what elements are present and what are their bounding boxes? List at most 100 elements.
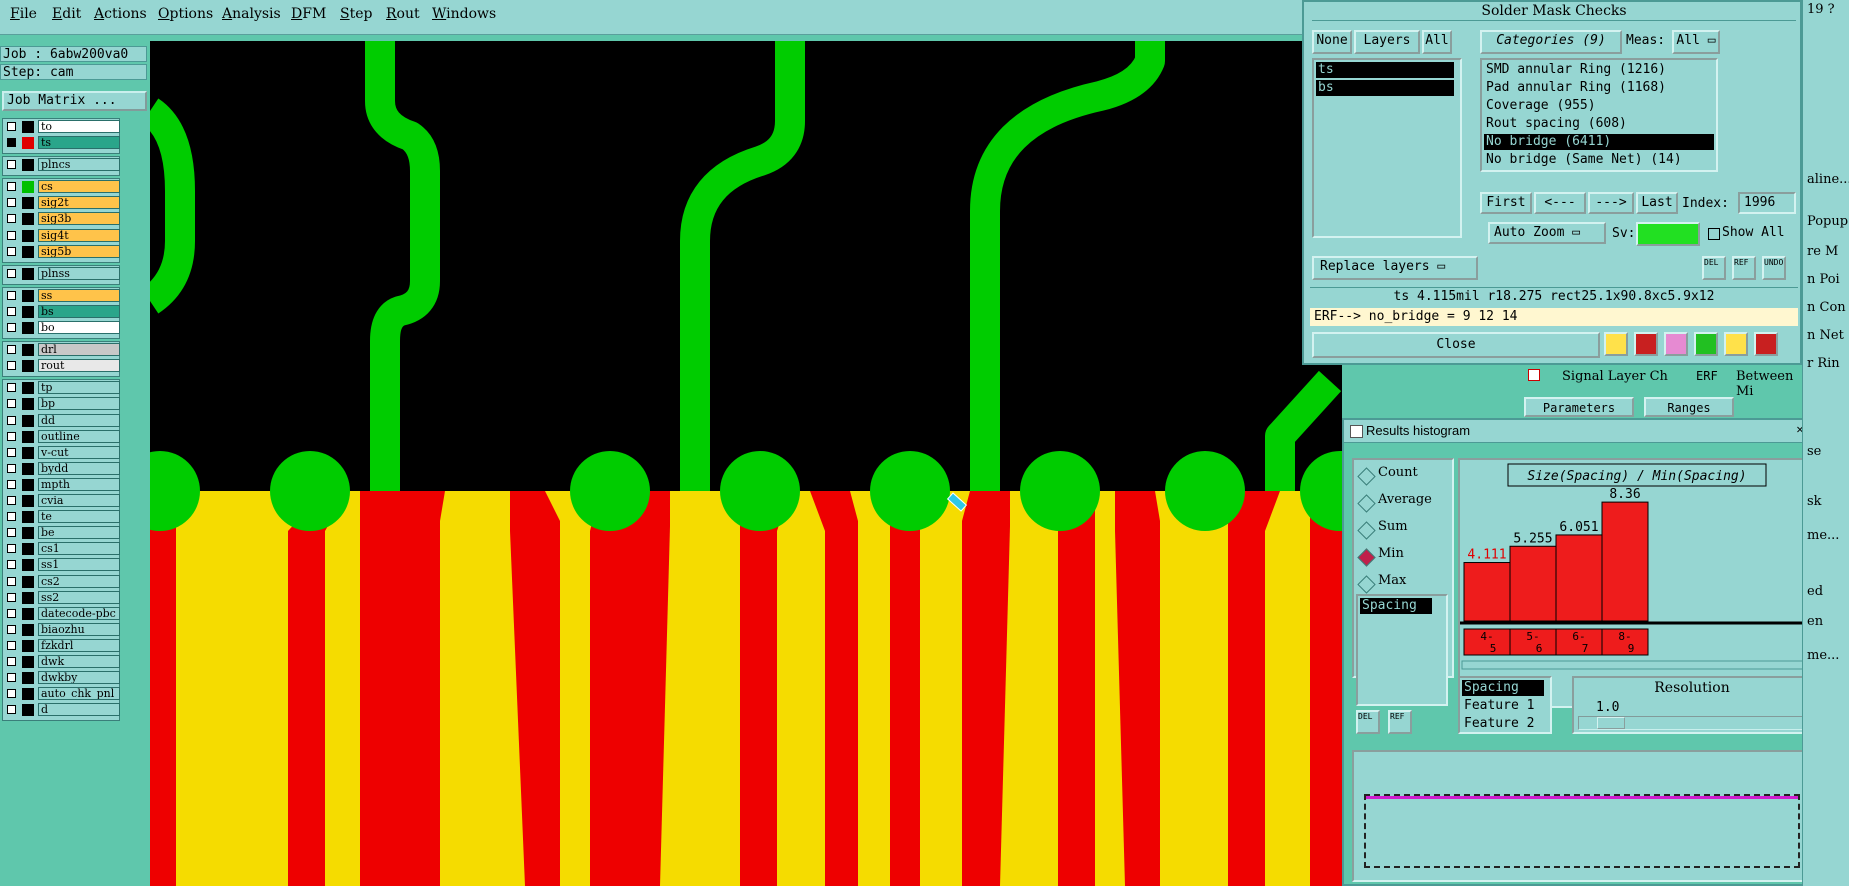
layer-checkbox[interactable]: [7, 447, 16, 457]
prev-button[interactable]: <---: [1534, 192, 1586, 214]
menu-windows[interactable]: Windows: [432, 6, 496, 22]
layer-row-bydd[interactable]: bydd: [3, 461, 120, 476]
menu-edit[interactable]: Edit: [52, 6, 81, 22]
layer-name[interactable]: cs1: [38, 542, 120, 556]
layer-color-swatch[interactable]: [22, 639, 34, 652]
layer-row-ss1[interactable]: ss1: [3, 558, 120, 572]
layer-name[interactable]: dwkby: [38, 671, 120, 685]
layer-name[interactable]: outline: [38, 429, 120, 443]
layer-row-auto_chk_pnl[interactable]: auto_chk_pnl: [3, 687, 120, 701]
layer-checkbox[interactable]: [7, 544, 16, 554]
layer-row-d[interactable]: d: [3, 703, 120, 717]
layer-color-swatch[interactable]: [22, 704, 34, 717]
category-item[interactable]: Pad annular Ring (1168): [1484, 80, 1714, 96]
layer-name[interactable]: cvia: [38, 494, 120, 508]
layer-color-swatch[interactable]: [22, 591, 34, 604]
layer-name[interactable]: te: [38, 510, 120, 524]
layer-checkbox[interactable]: [7, 230, 16, 240]
layer-color-swatch[interactable]: [22, 159, 34, 172]
layer-color-swatch[interactable]: [22, 414, 34, 427]
layer-checkbox[interactable]: [7, 290, 16, 300]
category-item[interactable]: No bridge (6411): [1484, 134, 1714, 150]
layer-name[interactable]: plnss: [38, 266, 120, 280]
layer-checkbox[interactable]: [7, 657, 16, 667]
layer-row-biaozhu[interactable]: biaozhu: [3, 622, 120, 637]
pcb-view[interactable]: [150, 41, 1342, 886]
layer-name[interactable]: drl: [38, 343, 120, 357]
layer-name[interactable]: bs: [38, 304, 120, 318]
layer-name[interactable]: sig2t: [38, 196, 120, 210]
undo-icon[interactable]: UNDO: [1762, 256, 1786, 280]
auto-zoom-dropdown[interactable]: Auto Zoom ▭: [1488, 222, 1606, 244]
category-item[interactable]: Rout spacing (608): [1484, 116, 1714, 132]
histogram-bar[interactable]: [1463, 562, 1511, 622]
layer-checkbox[interactable]: [7, 214, 16, 224]
hist-del-icon[interactable]: DEL: [1356, 710, 1380, 734]
histogram-icon[interactable]: [1754, 332, 1778, 356]
layer-color-swatch[interactable]: [22, 245, 34, 258]
layer-row-cvia[interactable]: cvia: [3, 494, 120, 508]
layer-color-swatch[interactable]: [22, 511, 34, 524]
layer-color-swatch[interactable]: [22, 305, 34, 318]
layer-name[interactable]: dwk: [38, 655, 120, 669]
sv-color-picker[interactable]: [1636, 222, 1700, 246]
index-field[interactable]: 1996: [1738, 192, 1796, 214]
tool-icon-2[interactable]: [1634, 332, 1658, 356]
parameters-tab[interactable]: Parameters: [1524, 397, 1634, 417]
layer-row-bo[interactable]: bo: [3, 321, 120, 335]
category-item[interactable]: Coverage (955): [1484, 98, 1714, 114]
tool-icon-3[interactable]: [1664, 332, 1688, 356]
job-matrix-button[interactable]: Job Matrix ...: [2, 91, 147, 111]
layer-name[interactable]: biaozhu: [38, 622, 120, 636]
menu-dfm[interactable]: DFM: [291, 6, 326, 22]
menu-rout[interactable]: Rout: [386, 6, 420, 22]
all-button[interactable]: All: [1422, 30, 1452, 54]
menu-actions[interactable]: Actions: [94, 6, 147, 22]
layer-row-plncs[interactable]: plncs: [3, 158, 120, 172]
layer-checkbox[interactable]: [7, 673, 16, 683]
layer-row-plnss[interactable]: plnss: [3, 266, 120, 281]
sub-list[interactable]: Spacing Feature 1 Feature 2: [1458, 676, 1552, 734]
layer-row-sig3b[interactable]: sig3b: [3, 212, 120, 226]
layer-name[interactable]: cs2: [38, 574, 120, 588]
mode-radio-count[interactable]: [1357, 467, 1376, 486]
layer-color-swatch[interactable]: [22, 575, 34, 588]
layer-color-swatch[interactable]: [22, 656, 34, 669]
layer-name[interactable]: v-cut: [38, 445, 120, 459]
menu-options[interactable]: Options: [158, 6, 213, 22]
layer-checkbox[interactable]: [7, 268, 16, 278]
layer-name[interactable]: fzkdrl: [38, 638, 120, 652]
category-item[interactable]: No bridge (Same Net) (14): [1484, 152, 1714, 168]
graphic-canvas[interactable]: [150, 41, 1342, 886]
histogram-bar[interactable]: [1555, 534, 1603, 622]
layer-name[interactable]: bp: [38, 397, 120, 411]
layer-row-dd[interactable]: dd: [3, 413, 120, 428]
layers-button[interactable]: Layers: [1354, 30, 1420, 54]
layer-color-swatch[interactable]: [22, 137, 34, 150]
menu-step[interactable]: Step: [340, 6, 372, 22]
layer-row-dwk[interactable]: dwk: [3, 655, 120, 669]
sub-list-item[interactable]: Feature 2: [1462, 716, 1544, 732]
del-icon[interactable]: DEL: [1702, 256, 1726, 280]
layer-row-outline[interactable]: outline: [3, 429, 120, 444]
layer-row-ts[interactable]: ts: [3, 136, 120, 150]
layer-name[interactable]: tp: [38, 381, 120, 395]
next-button[interactable]: --->: [1588, 192, 1634, 214]
layer-checkbox[interactable]: [7, 415, 16, 425]
layer-name[interactable]: sig5b: [38, 244, 120, 258]
layer-checkbox[interactable]: [7, 608, 16, 618]
layer-row-tp[interactable]: tp: [3, 381, 120, 395]
first-button[interactable]: First: [1480, 192, 1532, 214]
layer-color-swatch[interactable]: [22, 623, 34, 636]
layer-checkbox[interactable]: [7, 122, 16, 131]
slider-handle[interactable]: [1597, 717, 1625, 729]
tool-icon-5[interactable]: [1724, 332, 1748, 356]
layer-row-cs1[interactable]: cs1: [3, 542, 120, 556]
layer-checkbox[interactable]: [7, 689, 16, 699]
layer-color-swatch[interactable]: [22, 446, 34, 459]
layer-color-swatch[interactable]: [22, 181, 34, 194]
layer-checkbox[interactable]: [7, 479, 16, 489]
histogram-bar[interactable]: [1601, 501, 1649, 622]
layer-list-item[interactable]: bs: [1316, 80, 1454, 96]
layer-row-sig4t[interactable]: sig4t: [3, 228, 120, 243]
